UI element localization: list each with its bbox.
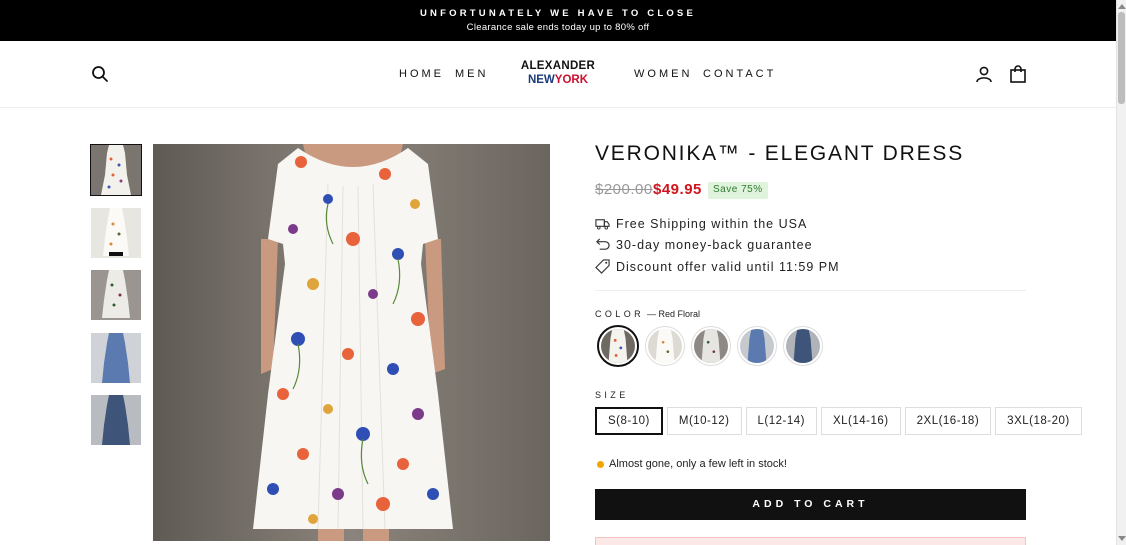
thumbnail-5[interactable] [91,395,141,445]
stock-text: Almost gone, only a few left in stock! [609,458,787,470]
save-badge: Save 75% [708,182,768,199]
sale-price: $49.95 [653,181,702,198]
dress-thumbnail-image [91,207,141,258]
site-logo[interactable]: ALEXANDER NEWYORK [518,60,598,86]
nav-home[interactable]: HOME [399,68,444,80]
stock-dot-icon [597,460,604,468]
swatch-navy[interactable] [783,326,823,366]
thumbnail-4[interactable] [91,332,141,383]
size-option[interactable]: 2XL(16-18) [904,407,992,435]
scroll-up-arrow-icon[interactable] [1118,4,1126,9]
dress-thumbnail-image [91,395,141,445]
page-scrollbar[interactable] [1116,0,1126,545]
announcement-bar: UNFORTUNATELY WE HAVE TO CLOSE Clearance… [0,0,1116,41]
logo-line2: NEWYORK [518,74,598,86]
nav-men[interactable]: MEN [455,68,488,80]
dress-thumbnail-image [91,270,141,320]
color-swatches [597,325,829,367]
scroll-down-arrow-icon[interactable] [1118,536,1126,541]
swatch-dark-floral[interactable] [691,326,731,366]
size-option[interactable]: M(10-12) [666,407,742,435]
nav-contact[interactable]: CONTACT [703,68,776,80]
tag-icon [595,259,610,274]
color-label-row: COLOR — Red Floral [595,309,700,319]
announcement-title: UNFORTUNATELY WE HAVE TO CLOSE [420,8,696,19]
size-label-row: SIZE [595,390,629,400]
add-to-cart-button[interactable]: ADD TO CART [595,489,1026,520]
site-header: HOME MEN ALEXANDER NEWYORK WOMEN CONTACT [0,41,1116,108]
divider [595,290,1026,291]
thumbnail-2[interactable] [91,207,141,258]
dress-photo [153,144,550,541]
benefit-guarantee-text: 30-day money-back guarantee [616,237,813,252]
logo-line1: ALEXANDER [520,60,596,72]
size-option[interactable]: 3XL(18-20) [995,407,1082,435]
dress-thumbnail-image [91,332,141,383]
dress-thumbnail-image [91,145,141,195]
truck-icon [595,219,610,230]
size-option[interactable]: S(8-10) [595,407,663,435]
product-thumbnails [90,144,142,458]
compare-at-price: $200.00 [595,181,653,198]
size-options: S(8-10) M(10-12) L(12-14) XL(14-16) 2XL(… [595,407,1086,435]
size-option[interactable]: XL(14-16) [820,407,901,435]
search-icon[interactable] [91,65,109,83]
logo-york: YORK [554,74,589,86]
stock-notice: Almost gone, only a few left in stock! [597,458,787,470]
thumbnail-1[interactable] [90,144,142,196]
swatch-blue[interactable] [737,326,777,366]
color-selected-value: — Red Floral [647,309,701,319]
benefit-discount-text: Discount offer valid until 11:59 PM [616,259,840,274]
account-icon[interactable] [975,65,993,83]
benefit-shipping-text: Free Shipping within the USA [616,216,808,231]
thumbnail-3[interactable] [91,270,141,320]
benefit-guarantee: 30-day money-back guarantee [595,237,813,252]
nav-women[interactable]: WOMEN [634,68,692,80]
benefit-shipping: Free Shipping within the USA [595,216,807,231]
size-option[interactable]: L(12-14) [745,407,817,435]
notice-box [595,537,1026,545]
scrollbar-thumb[interactable] [1118,12,1125,104]
size-label: SIZE [595,390,629,400]
swatch-white-floral[interactable] [645,326,685,366]
logo-new: NEW [527,74,555,86]
swatch-red-floral[interactable] [597,325,639,367]
return-icon [596,238,610,250]
cart-bag-icon[interactable] [1009,65,1027,83]
product-title: VERONIKA™ - ELEGANT DRESS [595,142,965,165]
color-label: COLOR [595,309,645,319]
benefit-discount: Discount offer valid until 11:59 PM [595,259,840,274]
product-main-image[interactable] [153,144,550,541]
announcement-subtitle: Clearance sale ends today up to 80% off [466,22,650,33]
